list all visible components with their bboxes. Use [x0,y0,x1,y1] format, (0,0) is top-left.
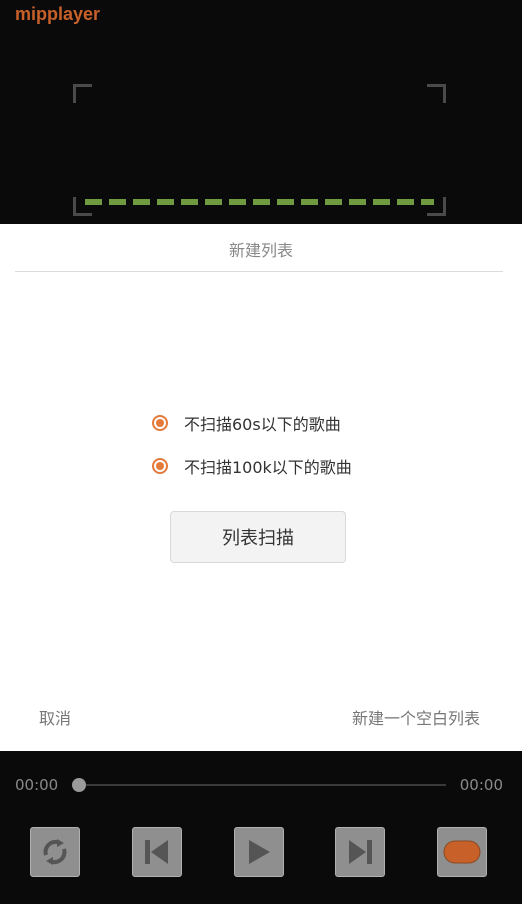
option-label: 不扫描100k以下的歌曲 [184,458,352,477]
scan-list-button[interactable]: 列表扫描 [170,511,346,563]
new-empty-list-button[interactable]: 新建一个空白列表 [352,705,480,729]
scan-frame [73,84,446,216]
frame-corner-top-right [427,84,446,103]
radio-checked-icon[interactable] [152,415,168,431]
frame-corner-top-left [73,84,92,103]
total-time: 00:00 [459,776,503,794]
new-list-dialog: 新建列表 不扫描60s以下的歌曲 不扫描100k以下的歌曲 列表扫描 取消 新建… [0,224,522,751]
current-time: 00:00 [15,776,59,794]
progress-thumb[interactable] [72,778,86,792]
playlist-icon [443,840,481,864]
play-icon [249,840,270,864]
scan-progress-line [85,199,434,205]
dialog-divider [15,271,503,272]
dialog-title: 新建列表 [228,241,293,260]
repeat-button[interactable] [30,827,80,877]
next-icon [349,840,372,864]
progress-track[interactable] [79,784,446,786]
playlist-button[interactable] [437,827,487,877]
option-skip-short-songs[interactable]: 不扫描60s以下的歌曲 [152,411,341,435]
option-label: 不扫描60s以下的歌曲 [184,415,341,434]
option-skip-small-files[interactable]: 不扫描100k以下的歌曲 [152,454,352,478]
play-button[interactable] [234,827,284,877]
repeat-icon [43,839,67,865]
cancel-button[interactable]: 取消 [39,705,71,729]
next-button[interactable] [335,827,385,877]
previous-button[interactable] [132,827,182,877]
previous-icon [145,840,168,864]
app-title: mipplayer [15,4,101,24]
radio-checked-icon[interactable] [152,458,168,474]
